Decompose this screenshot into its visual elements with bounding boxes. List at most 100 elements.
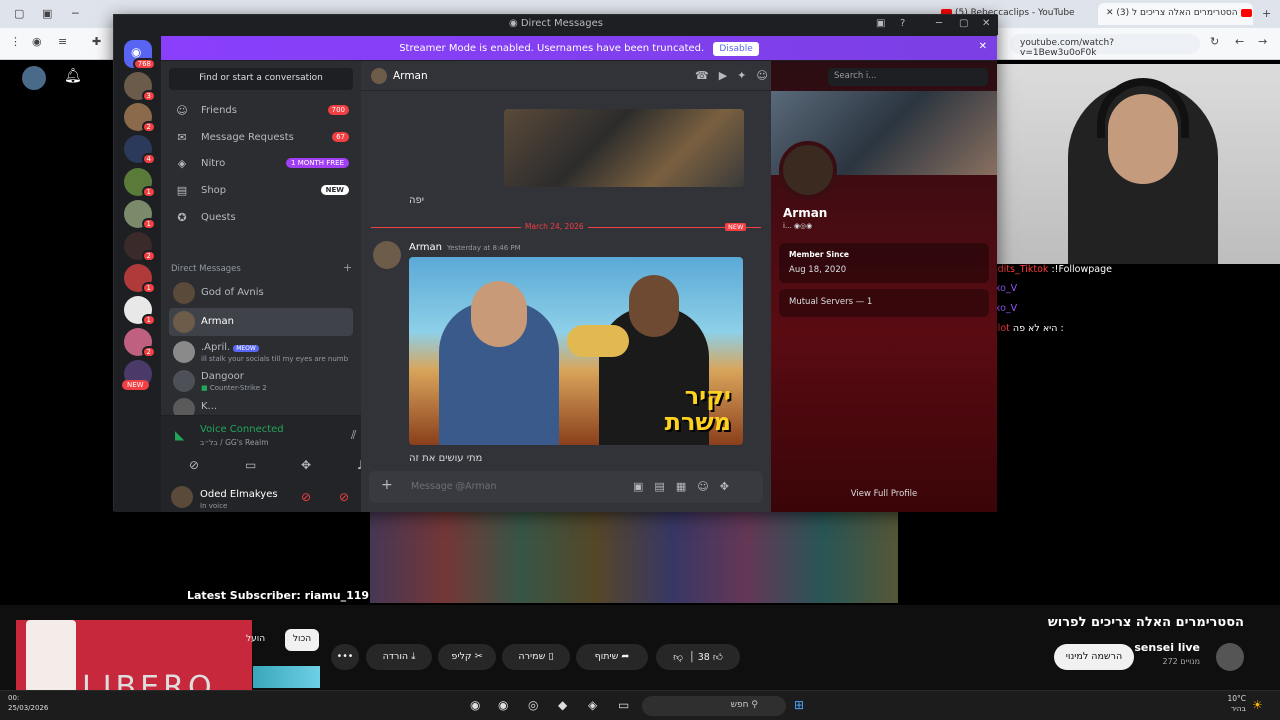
noise-suppression-icon[interactable]: ⫽ <box>351 428 356 443</box>
back-icon[interactable]: ← <box>1235 35 1244 48</box>
server-icon[interactable]: 1 <box>124 296 156 326</box>
extensions-icon[interactable]: ≡ <box>58 35 67 48</box>
close-icon[interactable]: ✕ <box>1106 8 1114 18</box>
steam-icon[interactable]: ◉ <box>470 698 480 712</box>
nav-quests[interactable]: ✪ Quests <box>169 206 353 230</box>
video-thumbnail[interactable] <box>253 666 320 688</box>
help-icon[interactable]: ? <box>900 18 905 29</box>
find-conversation-button[interactable]: Find or start a conversation <box>169 68 353 90</box>
nav-friends[interactable]: ☺ Friends 700 <box>169 99 353 123</box>
tab-actions-icon[interactable]: ▣ <box>42 7 52 20</box>
server-icon[interactable]: 1 <box>124 168 156 198</box>
dm-item[interactable]: Dangoor ■ Counter-Strike 2 <box>169 367 353 395</box>
clip-button[interactable]: קליפ ✂ <box>438 644 496 670</box>
save-button[interactable]: שמירה ▯ <box>502 644 570 670</box>
sticker-icon[interactable]: ▦ <box>676 480 697 493</box>
windows-start-icon[interactable]: ⊞ <box>794 698 804 712</box>
app-icon[interactable]: ◈ <box>588 698 597 712</box>
home-button[interactable]: ◉ 768 <box>124 40 156 70</box>
screen-share-icon[interactable]: ▭ <box>245 458 256 472</box>
profile-icon[interactable]: ◉ <box>32 35 42 48</box>
like-icon[interactable]: 👍︎ <box>713 652 723 663</box>
forward-icon[interactable]: → <box>1258 35 1267 48</box>
browser-tab-active[interactable]: ✕ (3) הסטרימרים האלה צריכים ל <box>1098 3 1253 25</box>
bell-icon[interactable]: 🔔︎ <box>64 68 82 84</box>
window-menu-icon[interactable]: ▢ <box>14 7 24 20</box>
download-button[interactable]: הורדה ⤓ <box>366 644 432 670</box>
deafen-icon[interactable]: ⊘ <box>339 490 349 504</box>
search-input[interactable]: חפש ⚲ <box>642 696 786 716</box>
clock[interactable]: 00: 25/03/2026 <box>8 693 48 713</box>
apps-icon[interactable]: ✥ <box>720 480 740 493</box>
minimize-icon[interactable]: ─ <box>72 7 79 20</box>
message-author[interactable]: Arman <box>409 242 442 253</box>
camera-off-icon[interactable]: ⊘ <box>189 458 199 472</box>
file-explorer-icon[interactable]: ▭ <box>618 698 629 712</box>
chrome-icon[interactable]: ◎ <box>528 698 538 712</box>
message-input[interactable]: + Message @Arman ▣▤▦☺✥ <box>369 471 763 503</box>
image-attachment[interactable] <box>504 109 744 187</box>
server-icon[interactable]: 2 <box>124 103 156 133</box>
disable-button[interactable]: Disable <box>713 42 759 56</box>
close-icon[interactable]: ✕ <box>979 41 987 52</box>
gift-icon[interactable]: ▣ <box>633 480 654 493</box>
mic-muted-icon[interactable]: ⊘ <box>301 490 311 504</box>
dm-item[interactable]: .April. MEOW ill stalk your socials till … <box>169 338 353 366</box>
filter-chip-all[interactable]: הכול <box>285 629 319 651</box>
avatar[interactable] <box>373 241 401 269</box>
activities-icon[interactable]: ✥ <box>301 458 311 472</box>
avatar <box>173 370 195 392</box>
filter-chip[interactable]: הועל <box>246 629 265 644</box>
add-dm-icon[interactable]: + <box>343 261 352 274</box>
avatar[interactable] <box>22 66 46 90</box>
more-icon[interactable]: ••• <box>331 644 359 670</box>
server-icon[interactable]: 2 <box>124 328 156 358</box>
inbox-icon[interactable]: ▣ <box>876 18 885 29</box>
pin-icon[interactable]: ✦ <box>737 69 756 82</box>
avatar[interactable] <box>1216 643 1244 671</box>
discord-window: ◉ Direct Messages ▣ ? ─ ▢ ✕ Streamer Mod… <box>113 14 998 512</box>
dm-item[interactable]: K... <box>169 395 353 415</box>
address-bar[interactable]: youtube.com/watch?v=1Bew3u0oF0k <box>1010 34 1200 58</box>
discord-icon[interactable]: ◉ <box>498 698 508 712</box>
minimize-icon[interactable]: ─ <box>936 18 942 29</box>
message-timestamp: Yesterday at 8:46 PM <box>447 244 521 252</box>
reload-icon[interactable]: ↻ <box>1210 35 1219 48</box>
dm-item[interactable]: God of Avnis <box>169 279 353 307</box>
weather[interactable]: 10°C בהיר <box>1227 694 1246 714</box>
emoji-icon[interactable]: ☺ <box>697 480 719 493</box>
channel-name[interactable]: sensei live <box>1134 641 1200 654</box>
avatar[interactable] <box>171 486 193 508</box>
image-figure <box>629 275 679 337</box>
upload-icon[interactable]: + <box>381 477 393 493</box>
voice-connected-label[interactable]: Voice Connected <box>200 424 284 435</box>
mutual-servers-button[interactable]: Mutual Servers — 1 <box>779 289 989 317</box>
call-icon[interactable]: ☎ <box>695 69 719 82</box>
server-icon[interactable]: 2 <box>124 232 156 262</box>
server-icon[interactable]: 1 <box>124 200 156 230</box>
avatar[interactable] <box>779 141 837 199</box>
nav-nitro[interactable]: ◈ Nitro 1 MONTH FREE <box>169 152 353 176</box>
server-icon[interactable]: 3 <box>124 72 156 102</box>
view-full-profile-link[interactable]: View Full Profile <box>771 489 997 499</box>
share-button[interactable]: שיתוף ➦ <box>576 644 648 670</box>
gif-icon[interactable]: ▤ <box>654 480 675 493</box>
puzzle-icon[interactable]: ✚ <box>92 35 101 48</box>
nav-message-requests[interactable]: ✉ Message Requests 67 <box>169 126 353 150</box>
sidebar-icon[interactable]: ⋮ <box>10 35 21 48</box>
image-attachment[interactable]: יקיר משרת <box>409 257 743 445</box>
video-icon[interactable]: ▶ <box>719 69 737 82</box>
dislike-icon[interactable]: 👎︎ <box>673 652 683 663</box>
download-icon: ⤓ <box>411 651 416 662</box>
server-icon[interactable]: 4 <box>124 135 156 165</box>
like-dislike-button[interactable]: 👎︎ │ 38 👍︎ <box>656 644 740 670</box>
search-input[interactable]: Search i... <box>828 68 988 86</box>
maximize-icon[interactable]: ▢ <box>959 18 968 29</box>
nav-shop[interactable]: ▤ Shop NEW <box>169 179 353 203</box>
dm-item-active[interactable]: Arman <box>169 308 353 336</box>
app-icon[interactable]: ◆ <box>558 698 567 712</box>
server-icon[interactable]: 1 <box>124 264 156 294</box>
subscribe-button[interactable]: הרשמה למינוי <box>1054 644 1134 670</box>
close-icon[interactable]: ✕ <box>982 18 990 29</box>
add-tab-icon[interactable]: + <box>1262 7 1271 20</box>
